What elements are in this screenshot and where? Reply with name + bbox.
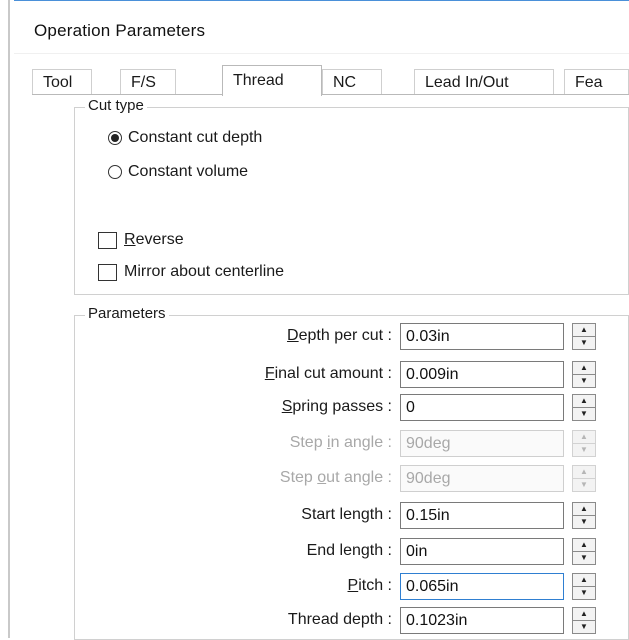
thread-depth-input[interactable] bbox=[400, 607, 564, 634]
spring-passes-spinner[interactable]: ▲ ▼ bbox=[572, 394, 596, 421]
spring-passes-input[interactable] bbox=[400, 394, 564, 421]
end-length-spinner[interactable]: ▲ ▼ bbox=[572, 538, 596, 565]
spin-up-icon[interactable]: ▲ bbox=[573, 395, 595, 408]
spin-up-icon[interactable]: ▲ bbox=[573, 539, 595, 552]
spin-up-icon: ▲ bbox=[573, 431, 595, 444]
radio-dot bbox=[111, 134, 119, 142]
spin-down-icon[interactable]: ▼ bbox=[573, 337, 595, 349]
spin-up-icon[interactable]: ▲ bbox=[573, 503, 595, 516]
parameters-group-label: Parameters bbox=[85, 305, 169, 322]
spin-down-icon[interactable]: ▼ bbox=[573, 587, 595, 599]
title-separator bbox=[14, 53, 629, 54]
end-length-label: End length : bbox=[306, 542, 392, 559]
param-row-thread-depth: Thread depth : ▲▼ bbox=[32, 607, 629, 634]
reverse-checkbox-box[interactable] bbox=[98, 231, 117, 249]
final-cut-amount-spinner[interactable]: ▲ ▼ bbox=[572, 361, 596, 388]
pitch-label: Pitch : bbox=[347, 577, 392, 594]
param-row-end-length: End length : ▲▼ bbox=[32, 538, 629, 565]
pitch-input[interactable] bbox=[400, 573, 564, 600]
radio-label-constant-cut-depth: Constant cut depth bbox=[128, 129, 263, 146]
radio-constant-volume[interactable]: Constant volume bbox=[108, 161, 248, 183]
checkbox-mirror-about-centerline[interactable]: Mirror about centerline bbox=[98, 261, 284, 283]
spin-down-icon[interactable]: ▼ bbox=[573, 552, 595, 564]
step-out-angle-input bbox=[400, 465, 564, 492]
spin-down-icon: ▼ bbox=[580, 480, 588, 489]
radio-label-constant-volume: Constant volume bbox=[128, 163, 249, 180]
tab-features[interactable]: Fea bbox=[564, 69, 629, 95]
spin-up-icon[interactable]: ▲ bbox=[573, 324, 595, 337]
param-row-final-cut-amount: Final cut amount : ▲▼ bbox=[32, 361, 629, 388]
step-in-angle-input bbox=[400, 430, 564, 457]
final-cut-amount-label: Final cut amount : bbox=[264, 365, 392, 382]
depth-per-cut-spinner[interactable]: ▲ ▼ bbox=[572, 323, 596, 350]
depth-per-cut-label: Depth per cut : bbox=[287, 327, 392, 344]
step-out-angle-spinner: ▲ ▼ bbox=[572, 465, 596, 492]
checkbox-reverse[interactable]: Reverse bbox=[98, 229, 184, 251]
spin-down-icon[interactable]: ▼ bbox=[573, 408, 595, 420]
spin-down-icon: ▼ bbox=[580, 445, 588, 454]
spin-up-icon[interactable]: ▲ bbox=[573, 362, 595, 375]
start-length-input[interactable] bbox=[400, 502, 564, 529]
spin-down-icon[interactable]: ▼ bbox=[573, 621, 595, 633]
tab-lead-in-out[interactable]: Lead In/Out bbox=[414, 69, 554, 95]
operation-parameters-dialog: Operation Parameters Tool F/S Thread NC … bbox=[14, 0, 629, 640]
final-cut-amount-input[interactable] bbox=[400, 361, 564, 388]
radio-unselected-icon[interactable] bbox=[108, 165, 122, 179]
param-row-step-in-angle: Step in angle : ▲▼ bbox=[32, 430, 629, 457]
window-left-edge bbox=[0, 0, 14, 638]
step-out-angle-label: Step out angle : bbox=[279, 469, 392, 486]
spin-down-icon[interactable]: ▼ bbox=[573, 516, 595, 528]
param-row-start-length: Start length : ▲▼ bbox=[32, 502, 629, 529]
thread-depth-spinner[interactable]: ▲ ▼ bbox=[572, 607, 596, 634]
param-row-spring-passes: Spring passes : ▲▼ bbox=[32, 394, 629, 421]
mirror-label: Mirror about centerline bbox=[124, 263, 285, 280]
mirror-checkbox-box[interactable] bbox=[98, 263, 117, 281]
spin-up-icon[interactable]: ▲ bbox=[573, 608, 595, 621]
spin-up-icon: ▲ bbox=[573, 466, 595, 479]
reverse-label: Reverse bbox=[124, 231, 184, 248]
tab-fs[interactable]: F/S bbox=[120, 69, 176, 95]
dialog-title: Operation Parameters bbox=[34, 21, 206, 40]
start-length-label: Start length : bbox=[301, 506, 392, 523]
cut-type-group-label: Cut type bbox=[85, 97, 147, 114]
spin-up-icon[interactable]: ▲ bbox=[573, 574, 595, 587]
param-row-pitch: Pitch : ▲▼ bbox=[32, 573, 629, 600]
start-length-spinner[interactable]: ▲ ▼ bbox=[572, 502, 596, 529]
pitch-spinner[interactable]: ▲ ▼ bbox=[572, 573, 596, 600]
spring-passes-label: Spring passes : bbox=[281, 398, 392, 415]
end-length-input[interactable] bbox=[400, 538, 564, 565]
thread-tab-panel: Cut type Constant cut depth Constant vol… bbox=[32, 94, 629, 640]
tab-nc[interactable]: NC bbox=[322, 69, 382, 95]
param-row-depth-per-cut: Depth per cut : ▲▼ bbox=[32, 323, 629, 350]
depth-per-cut-input[interactable] bbox=[400, 323, 564, 350]
thread-depth-label: Thread depth : bbox=[287, 611, 392, 628]
step-in-angle-label: Step in angle : bbox=[289, 434, 392, 451]
spin-down-icon[interactable]: ▼ bbox=[573, 375, 595, 387]
radio-selected-icon[interactable] bbox=[108, 131, 122, 145]
tab-thread[interactable]: Thread bbox=[222, 65, 322, 96]
param-row-step-out-angle: Step out angle : ▲▼ bbox=[32, 465, 629, 492]
window-edge-bar bbox=[8, 0, 10, 638]
tab-strip: Tool F/S Thread NC Lead In/Out Fea bbox=[32, 65, 629, 96]
tab-tool[interactable]: Tool bbox=[32, 69, 92, 95]
radio-constant-cut-depth[interactable]: Constant cut depth bbox=[108, 127, 262, 149]
step-in-angle-spinner: ▲ ▼ bbox=[572, 430, 596, 457]
